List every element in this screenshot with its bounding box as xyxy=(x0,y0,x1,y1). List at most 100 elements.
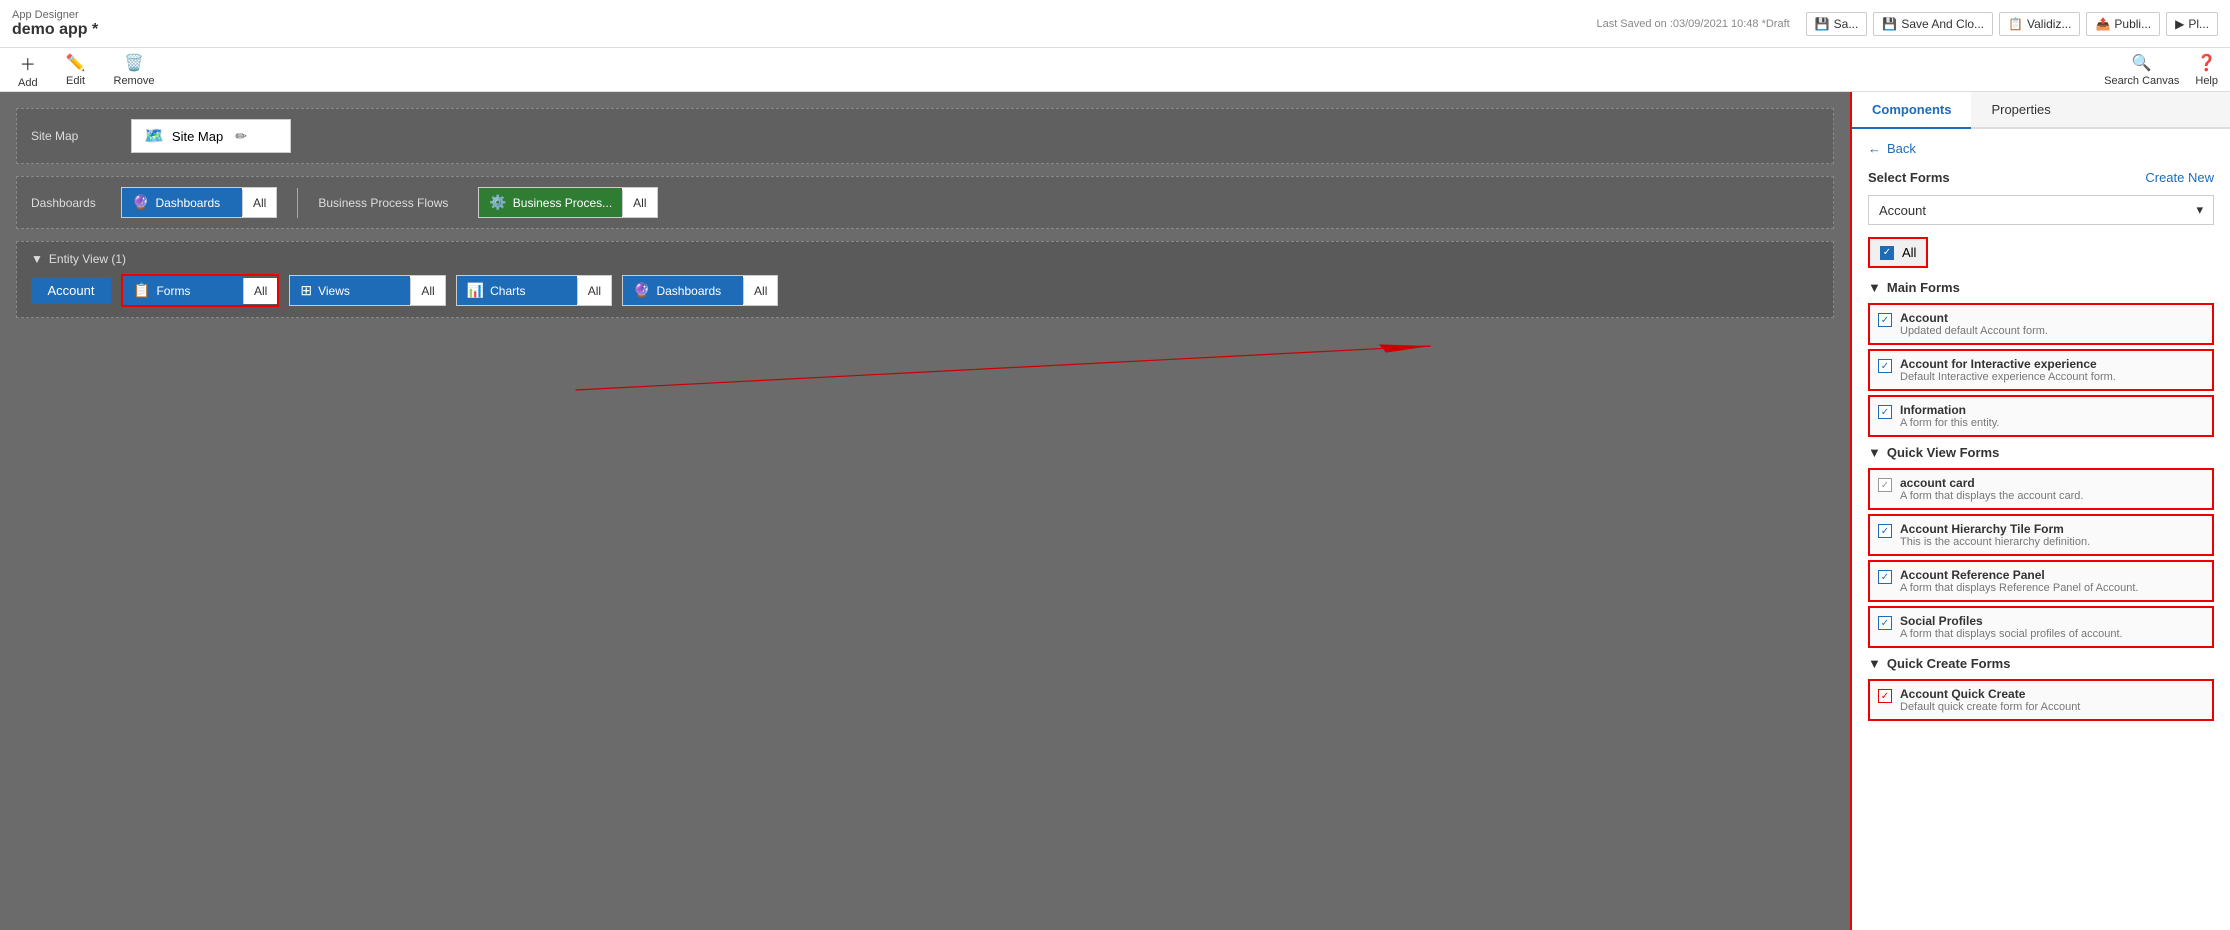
main-form-account[interactable]: ✓ Account Updated default Account form. xyxy=(1868,303,2214,345)
remove-cmd[interactable]: 🗑️ Remove xyxy=(108,51,161,89)
top-bar: App Designer demo app * Last Saved on :0… xyxy=(0,0,2230,48)
back-link[interactable]: ← Back xyxy=(1868,141,2214,156)
sitemap-icon: 🗺️ xyxy=(144,126,164,146)
top-bar-left: App Designer demo app * xyxy=(12,9,98,39)
views-icon: ⊞ xyxy=(300,282,312,299)
search-icon: 🔍 xyxy=(2132,53,2152,73)
remove-icon: 🗑️ xyxy=(124,53,144,73)
form-desc-qc-account: Default quick create form for Account xyxy=(1900,701,2204,713)
qv-form-hierarchy[interactable]: ✓ Account Hierarchy Tile Form This is th… xyxy=(1868,514,2214,556)
qv-form-social[interactable]: ✓ Social Profiles A form that displays s… xyxy=(1868,606,2214,648)
bp-all-btn[interactable]: All xyxy=(622,190,656,216)
forms-box-highlighted: 📋 Forms All xyxy=(121,274,279,307)
account-dropdown[interactable]: Account ▾ xyxy=(1868,195,2214,225)
all-checkbox-row[interactable]: ✓ All xyxy=(1868,237,1928,268)
quick-view-header[interactable]: ▼ Quick View Forms xyxy=(1868,445,2214,460)
quick-view-label: Quick View Forms xyxy=(1887,445,1999,460)
help-btn[interactable]: ❓ Help xyxy=(2195,53,2218,87)
form-checkbox-social[interactable]: ✓ xyxy=(1878,616,1892,630)
dashboards-all-btn[interactable]: All xyxy=(242,190,276,216)
play-button[interactable]: ▶ Pl... xyxy=(2166,12,2218,36)
red-arrow xyxy=(0,342,1480,542)
search-canvas-btn[interactable]: 🔍 Search Canvas xyxy=(2104,53,2179,87)
qc-form-account[interactable]: ✓ Account Quick Create Default quick cre… xyxy=(1868,679,2214,721)
tab-components[interactable]: Components xyxy=(1852,92,1971,129)
form-name-hierarchy: Account Hierarchy Tile Form xyxy=(1900,522,2204,536)
dashboards-section: Dashboards 🔮 Dashboards All Business Pro… xyxy=(16,176,1834,229)
forms-label: Forms xyxy=(156,284,190,298)
charts-box: 📊 Charts All xyxy=(456,275,612,306)
quick-create-label: Quick Create Forms xyxy=(1887,656,2011,671)
select-forms-label: Select Forms xyxy=(1868,170,1950,185)
dashboards-label: Dashboards xyxy=(155,196,220,210)
charts-all-btn[interactable]: All xyxy=(577,278,611,304)
form-name-interactive: Account for Interactive experience xyxy=(1900,357,2204,371)
main-forms-header[interactable]: ▼ Main Forms xyxy=(1868,280,2214,295)
edit-cmd[interactable]: ✏️ Edit xyxy=(60,51,92,89)
form-item-text-hierarchy: Account Hierarchy Tile Form This is the … xyxy=(1900,522,2204,548)
entity-dashboards-icon: 🔮 xyxy=(633,282,650,299)
form-checkbox-account[interactable]: ✓ xyxy=(1878,313,1892,327)
main-form-interactive[interactable]: ✓ Account for Interactive experience Def… xyxy=(1868,349,2214,391)
forms-blue-btn[interactable]: 📋 Forms xyxy=(123,276,243,305)
forms-icon: 📋 xyxy=(133,282,150,299)
entity-view-title: Entity View (1) xyxy=(49,252,126,266)
dashboards-blue-btn[interactable]: 🔮 Dashboards xyxy=(122,188,242,217)
form-desc-interactive: Default Interactive experience Account f… xyxy=(1900,371,2204,383)
bp-label-text: Business Proces... xyxy=(513,196,612,210)
sitemap-box[interactable]: 🗺️ Site Map ✏ xyxy=(131,119,291,153)
entity-dashboards-blue-btn[interactable]: 🔮 Dashboards xyxy=(623,276,743,305)
entity-dashboards-all-btn[interactable]: All xyxy=(743,278,777,304)
form-item-text-card: account card A form that displays the ac… xyxy=(1900,476,2204,502)
charts-blue-btn[interactable]: 📊 Charts xyxy=(457,276,577,305)
form-item-text-account: Account Updated default Account form. xyxy=(1900,311,2204,337)
qv-form-card[interactable]: ✓ account card A form that displays the … xyxy=(1868,468,2214,510)
views-label: Views xyxy=(318,284,350,298)
form-checkbox-interactive[interactable]: ✓ xyxy=(1878,359,1892,373)
tab-properties[interactable]: Properties xyxy=(1971,92,2070,129)
save-button[interactable]: 💾 Sa... xyxy=(1806,12,1868,36)
form-checkbox-card[interactable]: ✓ xyxy=(1878,478,1892,492)
validate-button[interactable]: 📋 Validiz... xyxy=(1999,12,2080,36)
form-item-text-interactive: Account for Interactive experience Defau… xyxy=(1900,357,2204,383)
right-panel: Components Properties ← Back Select Form… xyxy=(1850,92,2230,930)
form-desc-hierarchy: This is the account hierarchy definition… xyxy=(1900,536,2204,548)
help-icon: ❓ xyxy=(2197,53,2217,73)
views-all-btn[interactable]: All xyxy=(410,278,444,304)
save-close-button[interactable]: 💾 Save And Clo... xyxy=(1873,12,1993,36)
entity-view-header[interactable]: ▼ Entity View (1) xyxy=(31,252,1819,266)
form-name-card: account card xyxy=(1900,476,2204,490)
sitemap-edit-icon[interactable]: ✏ xyxy=(235,128,247,145)
last-saved: Last Saved on :03/09/2021 10:48 *Draft xyxy=(1596,18,1789,30)
forms-all-btn[interactable]: All xyxy=(243,278,277,304)
add-cmd[interactable]: ＋ Add xyxy=(12,49,44,91)
quick-view-chevron: ▼ xyxy=(1868,445,1881,460)
entity-dashboards-label: Dashboards xyxy=(656,284,721,298)
publish-button[interactable]: 📤 Publi... xyxy=(2086,12,2160,36)
form-name-social: Social Profiles xyxy=(1900,614,2204,628)
bp-blue-btn[interactable]: ⚙️ Business Proces... xyxy=(479,188,622,217)
form-checkbox-reference[interactable]: ✓ xyxy=(1878,570,1892,584)
dashboards-box: 🔮 Dashboards All xyxy=(121,187,277,218)
form-checkbox-information[interactable]: ✓ xyxy=(1878,405,1892,419)
all-checkbox[interactable]: ✓ xyxy=(1880,246,1894,260)
form-item-text-reference: Account Reference Panel A form that disp… xyxy=(1900,568,2204,594)
quick-create-header[interactable]: ▼ Quick Create Forms xyxy=(1868,656,2214,671)
qv-form-reference[interactable]: ✓ Account Reference Panel A form that di… xyxy=(1868,560,2214,602)
form-item-text-information: Information A form for this entity. xyxy=(1900,403,2204,429)
main-form-information[interactable]: ✓ Information A form for this entity. xyxy=(1868,395,2214,437)
form-checkbox-qc-account[interactable]: ✓ xyxy=(1878,689,1892,703)
main-forms-chevron: ▼ xyxy=(1868,280,1881,295)
canvas-area: Site Map 🗺️ Site Map ✏ Dashboards 🔮 Dash… xyxy=(0,92,1850,930)
form-name-account: Account xyxy=(1900,311,2204,325)
entity-row: Account 📋 Forms All ⊞ Views All xyxy=(31,274,1819,307)
sitemap-section: Site Map 🗺️ Site Map ✏ xyxy=(16,108,1834,164)
form-checkbox-hierarchy[interactable]: ✓ xyxy=(1878,524,1892,538)
back-label: Back xyxy=(1887,141,1916,156)
account-btn[interactable]: Account xyxy=(31,277,111,304)
bp-label: Business Process Flows xyxy=(318,196,478,210)
form-desc-information: A form for this entity. xyxy=(1900,417,2204,429)
create-new-link[interactable]: Create New xyxy=(2145,170,2214,185)
form-desc-reference: A form that displays Reference Panel of … xyxy=(1900,582,2204,594)
views-blue-btn[interactable]: ⊞ Views xyxy=(290,276,410,305)
